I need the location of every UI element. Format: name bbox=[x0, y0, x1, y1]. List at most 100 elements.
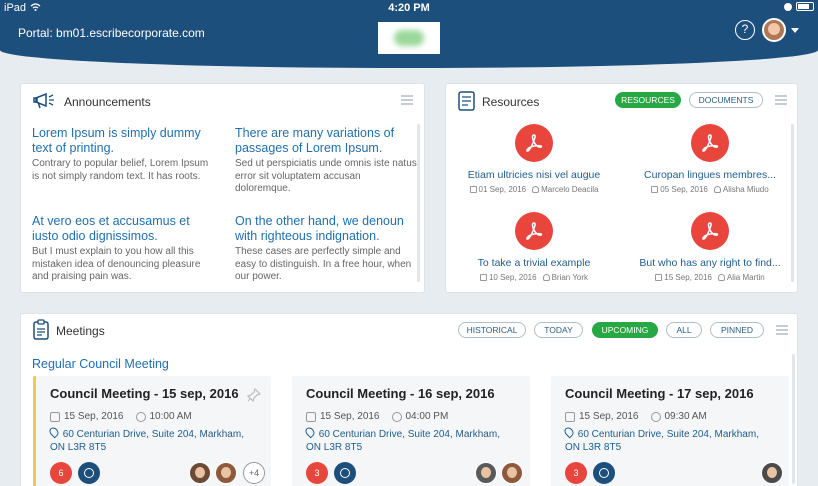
meeting-date: 15 Sep, 2016 bbox=[579, 411, 639, 422]
announcement-item[interactable]: There are many variations of passages of… bbox=[235, 126, 417, 196]
pin-icon[interactable] bbox=[246, 387, 262, 403]
scrollbar[interactable] bbox=[791, 124, 794, 282]
user-avatar[interactable] bbox=[762, 18, 786, 42]
announcement-body: These cases are perfectly simple and eas… bbox=[235, 246, 412, 282]
meeting-address: 60 Centurian Drive, Suite 204, Markham, … bbox=[306, 429, 500, 453]
filter-upcoming[interactable]: UPCOMING bbox=[592, 322, 658, 338]
clock-button[interactable] bbox=[334, 462, 356, 484]
announcement-item[interactable]: Lorem Ipsum is simply dummy text of prin… bbox=[32, 126, 214, 183]
attendee-avatar[interactable] bbox=[189, 462, 211, 484]
attendee-avatar[interactable] bbox=[215, 462, 237, 484]
meetings-panel: Meetings HISTORICAL TODAY UPCOMING ALL P… bbox=[20, 313, 798, 486]
attendee-avatar[interactable] bbox=[475, 462, 497, 484]
resource-author: Marcelo Deacila bbox=[541, 185, 599, 194]
tab-resources[interactable]: RESOURCES bbox=[615, 92, 681, 108]
calendar-icon bbox=[565, 411, 575, 422]
resource-name: To take a trivial example bbox=[477, 257, 591, 269]
announcement-heading: There are many variations of passages of… bbox=[235, 126, 395, 155]
calendar-icon bbox=[469, 186, 477, 194]
resource-date: 01 Sep, 2016 bbox=[478, 185, 527, 194]
resource-name: Curopan lingues membres... bbox=[644, 169, 776, 181]
meeting-card[interactable]: Council Meeting - 15 sep, 2016 15 Sep, 2… bbox=[33, 376, 271, 486]
pdf-icon bbox=[691, 212, 729, 250]
announcement-heading: On the other hand, we denoun with righte… bbox=[235, 214, 404, 243]
chevron-down-icon[interactable] bbox=[791, 28, 799, 33]
help-button[interactable]: ? bbox=[735, 20, 755, 40]
resources-title: Resources bbox=[482, 95, 540, 109]
clock-button[interactable] bbox=[78, 462, 100, 484]
resource-author: Alisha Miudo bbox=[722, 185, 769, 194]
meeting-title: Council Meeting - 17 sep, 2016 bbox=[565, 386, 754, 401]
clock-icon bbox=[391, 411, 402, 422]
pdf-icon bbox=[691, 124, 729, 162]
announcement-heading: Lorem Ipsum is simply dummy text of prin… bbox=[32, 126, 201, 155]
calendar-icon bbox=[50, 411, 60, 422]
clock-button[interactable] bbox=[593, 462, 615, 484]
scrollbar[interactable] bbox=[792, 354, 795, 484]
calendar-icon bbox=[479, 274, 487, 282]
list-view-icon[interactable] bbox=[776, 325, 788, 335]
tab-documents[interactable]: DOCUMENTS bbox=[689, 92, 763, 108]
location-icon bbox=[562, 425, 576, 439]
portal-url: Portal: bm01.escribecorporate.com bbox=[18, 26, 205, 40]
announcement-item[interactable]: At vero eos et accusamus et iusto odio d… bbox=[32, 214, 214, 284]
calendar-icon bbox=[651, 186, 659, 194]
announcement-body: But I must explain to you how all this m… bbox=[32, 246, 201, 282]
resource-item[interactable]: To take a trivial example 10 Sep, 2016 Br… bbox=[449, 212, 619, 282]
company-logo[interactable] bbox=[378, 22, 440, 54]
meeting-time: 10:00 AM bbox=[149, 411, 192, 422]
more-attendees[interactable]: +4 bbox=[243, 462, 265, 484]
meeting-card[interactable]: Council Meeting - 17 sep, 2016 15 Sep, 2… bbox=[551, 376, 789, 486]
clipboard-icon bbox=[32, 319, 50, 346]
pdf-icon bbox=[515, 124, 553, 162]
resource-item[interactable]: Curopan lingues membres... 05 Sep, 2016 A… bbox=[625, 124, 795, 194]
announcement-body: Sed ut perspiciatis unde omnis iste natu… bbox=[235, 158, 417, 194]
attendee-avatar[interactable] bbox=[501, 462, 523, 484]
clock-icon bbox=[135, 411, 146, 422]
resource-item[interactable]: But who has any right to find... 15 Sep,… bbox=[625, 212, 795, 282]
list-view-icon[interactable] bbox=[775, 95, 787, 105]
announcements-panel: Announcements Lorem Ipsum is simply dumm… bbox=[20, 83, 425, 293]
filter-historical[interactable]: HISTORICAL bbox=[458, 322, 526, 338]
list-view-icon[interactable] bbox=[401, 95, 413, 105]
clock-icon bbox=[650, 411, 661, 422]
meeting-date: 15 Sep, 2016 bbox=[64, 411, 124, 422]
status-time: 4:20 PM bbox=[388, 2, 430, 14]
filter-today[interactable]: TODAY bbox=[534, 322, 583, 338]
bluetooth-icon bbox=[784, 2, 792, 11]
resource-name: But who has any right to find... bbox=[639, 257, 781, 269]
announcement-item[interactable]: On the other hand, we denoun with righte… bbox=[235, 214, 417, 284]
meeting-card[interactable]: Council Meeting - 16 sep, 2016 15 Sep, 2… bbox=[292, 376, 530, 486]
user-icon bbox=[532, 186, 540, 194]
meeting-group-title: Regular Council Meeting bbox=[32, 357, 169, 371]
pdf-icon bbox=[515, 212, 553, 250]
attachment-count-badge[interactable]: 6 bbox=[50, 462, 72, 484]
status-bar: iPad 4:20 PM bbox=[0, 0, 818, 16]
filter-pinned[interactable]: PINNED bbox=[710, 322, 764, 338]
attachment-count-badge[interactable]: 3 bbox=[565, 462, 587, 484]
user-icon bbox=[717, 274, 725, 282]
meetings-title: Meetings bbox=[56, 324, 105, 338]
calendar-icon bbox=[306, 411, 316, 422]
attachment-count-badge[interactable]: 3 bbox=[306, 462, 328, 484]
document-icon bbox=[457, 90, 477, 117]
user-icon bbox=[542, 274, 550, 282]
announcement-heading: At vero eos et accusamus et iusto odio d… bbox=[32, 214, 190, 243]
resource-date: 10 Sep, 2016 bbox=[488, 273, 537, 282]
announcements-title: Announcements bbox=[64, 95, 151, 109]
location-icon bbox=[47, 425, 61, 439]
attendee-avatar[interactable] bbox=[761, 462, 783, 484]
announcement-body: Contrary to popular belief, Lorem Ipsum … bbox=[32, 158, 209, 182]
filter-all[interactable]: ALL bbox=[666, 322, 702, 338]
scrollbar[interactable] bbox=[417, 124, 420, 282]
resource-date: 15 Sep, 2016 bbox=[664, 273, 712, 282]
resource-item[interactable]: Etiam ultricies nisi vel augue 01 Sep, 2… bbox=[449, 124, 619, 194]
meeting-time: 09:30 AM bbox=[664, 411, 707, 422]
battery-icon bbox=[796, 2, 814, 11]
resource-author: Alia Martin bbox=[726, 273, 765, 282]
user-icon bbox=[713, 186, 721, 194]
meeting-address: 60 Centurian Drive, Suite 204, Markham, … bbox=[565, 429, 759, 453]
meeting-time: 04:00 PM bbox=[405, 411, 449, 422]
resources-panel: Resources RESOURCES DOCUMENTS Etiam ultr… bbox=[445, 83, 798, 293]
location-icon bbox=[303, 425, 317, 439]
